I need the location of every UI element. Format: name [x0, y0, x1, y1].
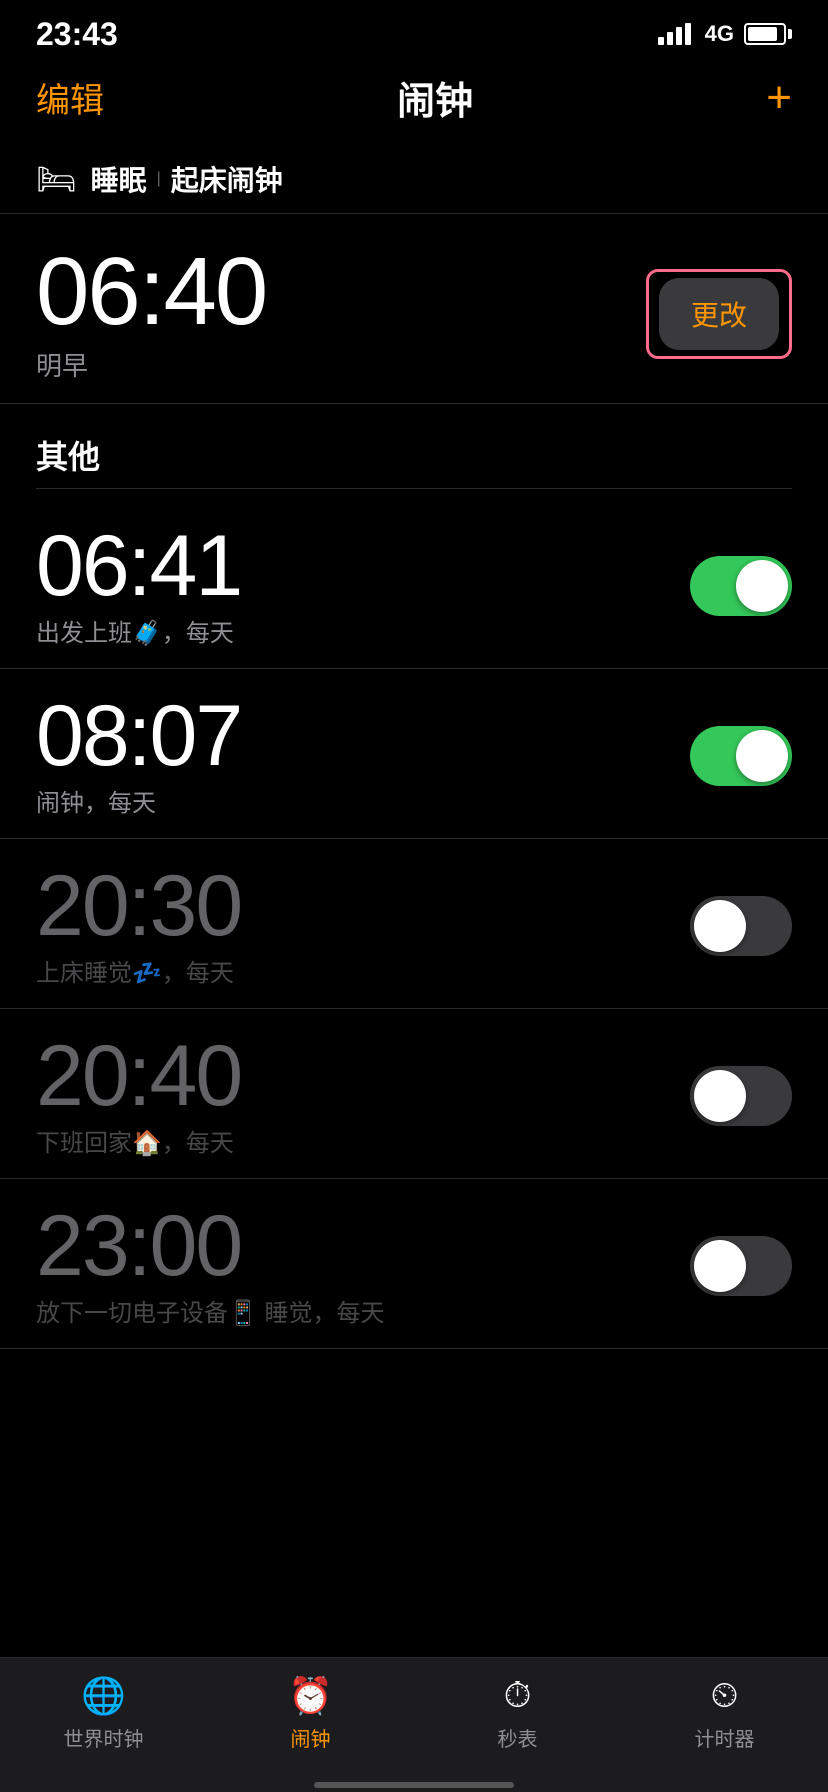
- toggle-thumb: [736, 730, 788, 782]
- change-button[interactable]: 更改: [659, 278, 779, 350]
- add-alarm-button[interactable]: +: [766, 76, 792, 120]
- sleep-alarm-row: 06:40 明早 更改: [0, 214, 828, 404]
- alarm-info: 23:00 放下一切电子设备📱 睡觉，每天: [36, 1203, 385, 1328]
- alarm-icon: ⏰: [288, 1675, 333, 1717]
- alarm-toggle[interactable]: [690, 556, 792, 616]
- tab-bar: 🌐 世界时钟 ⏰ 闹钟 ⏱ 秒表 ⏲ 计时器: [0, 1657, 828, 1782]
- wakeup-label: 起床闹钟: [171, 159, 283, 199]
- world-clock-icon: 🌐: [81, 1675, 126, 1717]
- stopwatch-icon: ⏱: [503, 1674, 531, 1717]
- alarm-row[interactable]: 23:00 放下一切电子设备📱 睡觉，每天: [0, 1179, 828, 1349]
- nav-bar: 编辑 闹钟 +: [0, 60, 828, 141]
- tab-stopwatch[interactable]: ⏱ 秒表: [458, 1674, 578, 1752]
- toggle-thumb: [694, 900, 746, 952]
- alarm-time: 20:40: [36, 1033, 241, 1119]
- page-title: 闹钟: [397, 70, 473, 125]
- timer-label: 计时器: [695, 1723, 755, 1752]
- alarm-row[interactable]: 20:40 下班回家🏠，每天: [0, 1009, 828, 1179]
- alarm-desc: 出发上班🧳，每天: [36, 613, 241, 648]
- alarm-row[interactable]: 08:07 闹钟，每天: [0, 669, 828, 839]
- status-bar: 23:43 4G: [0, 0, 828, 60]
- home-indicator: [0, 1782, 828, 1792]
- signal-icon: [658, 23, 691, 45]
- alarm-time: 23:00: [36, 1203, 385, 1289]
- alarm-time: 06:41: [36, 523, 241, 609]
- toggle-thumb: [694, 1240, 746, 1292]
- other-title: 其他: [36, 432, 792, 478]
- divider: |: [157, 170, 161, 188]
- alarm-info: 06:41 出发上班🧳，每天: [36, 523, 241, 648]
- section-divider-line: [36, 488, 792, 489]
- signal-4g-label: 4G: [705, 21, 734, 47]
- sleep-label: 睡眠: [91, 159, 147, 199]
- other-section-header: 其他: [0, 404, 828, 499]
- alarm-time: 20:30: [36, 863, 241, 949]
- sleep-section-header: 🛏 睡眠 | 起床闹钟: [0, 141, 828, 214]
- change-btn-highlight: 更改: [646, 269, 792, 359]
- sleep-alarm-time: 06:40: [36, 244, 266, 340]
- alarm-row[interactable]: 20:30 上床睡觉💤，每天: [0, 839, 828, 1009]
- alarm-toggle[interactable]: [690, 1236, 792, 1296]
- battery-icon: [744, 23, 792, 45]
- status-icons: 4G: [658, 21, 792, 47]
- world-clock-label: 世界时钟: [64, 1723, 144, 1752]
- tab-alarm[interactable]: ⏰ 闹钟: [251, 1675, 371, 1752]
- alarm-desc: 放下一切电子设备📱 睡觉，每天: [36, 1293, 385, 1328]
- sleep-alarm-label: 明早: [36, 346, 266, 383]
- alarm-desc: 上床睡觉💤，每天: [36, 953, 241, 988]
- status-time: 23:43: [36, 16, 118, 53]
- alarm-row[interactable]: 06:41 出发上班🧳，每天: [0, 499, 828, 669]
- alarm-info: 20:40 下班回家🏠，每天: [36, 1033, 241, 1158]
- edit-button[interactable]: 编辑: [36, 73, 104, 122]
- alarm-tab-label: 闹钟: [291, 1723, 331, 1752]
- alarm-toggle[interactable]: [690, 1066, 792, 1126]
- alarm-toggle[interactable]: [690, 896, 792, 956]
- stopwatch-label: 秒表: [498, 1723, 538, 1752]
- tab-world-clock[interactable]: 🌐 世界时钟: [44, 1675, 164, 1752]
- alarm-toggle[interactable]: [690, 726, 792, 786]
- toggle-thumb: [736, 560, 788, 612]
- alarm-info: 08:07 闹钟，每天: [36, 693, 241, 818]
- bed-icon: 🛏: [36, 160, 77, 198]
- alarm-list: 06:41 出发上班🧳，每天 08:07 闹钟，每天 20:30 上床睡觉💤，每…: [0, 499, 828, 1349]
- alarm-desc: 闹钟，每天: [36, 783, 241, 818]
- alarm-desc: 下班回家🏠，每天: [36, 1123, 241, 1158]
- timer-icon: ⏲: [710, 1674, 738, 1717]
- home-bar: [314, 1782, 514, 1788]
- tab-timer[interactable]: ⏲ 计时器: [665, 1674, 785, 1752]
- alarm-info: 20:30 上床睡觉💤，每天: [36, 863, 241, 988]
- sleep-alarm-info: 06:40 明早: [36, 244, 266, 383]
- alarm-time: 08:07: [36, 693, 241, 779]
- toggle-thumb: [694, 1070, 746, 1122]
